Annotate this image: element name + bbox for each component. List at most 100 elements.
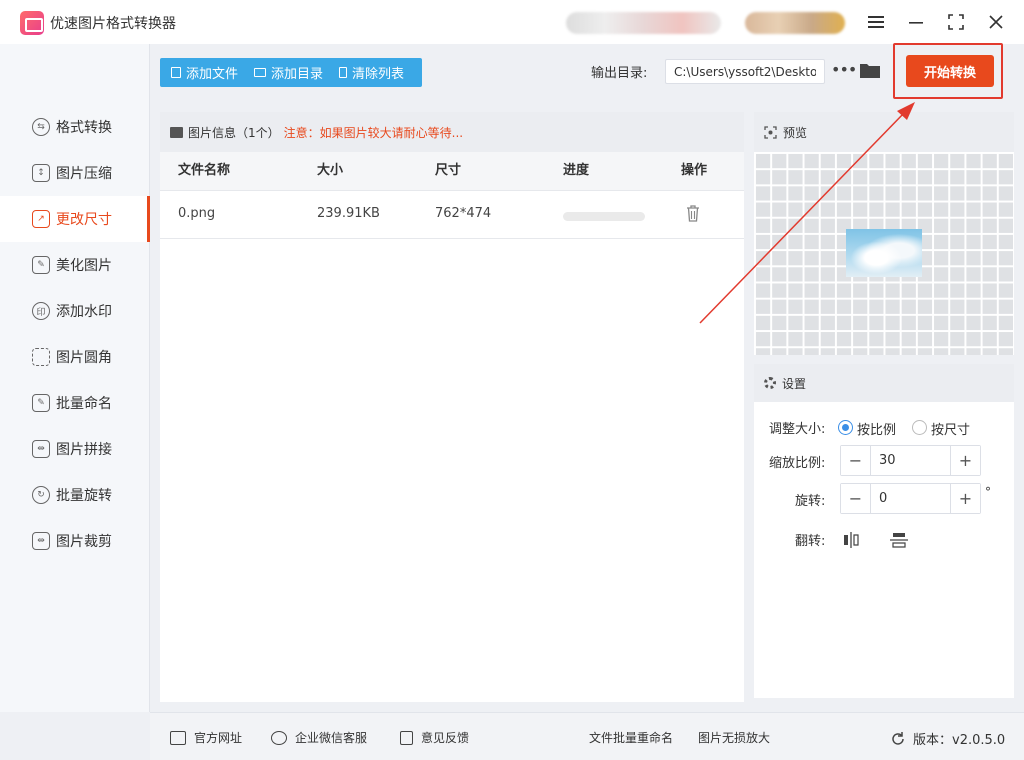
clear-list-button[interactable]: 清除列表 [331, 58, 412, 87]
sidebar-item-label: 格式转换 [56, 120, 112, 136]
delete-icon[interactable] [686, 205, 700, 222]
batch-rename-link[interactable]: 文件批量重命名 [589, 729, 673, 746]
crop-icon: ⇹ [32, 532, 50, 550]
by-size-label[interactable]: 按尺寸 [931, 419, 970, 438]
user-info-blurred [566, 12, 721, 34]
version-label: 版本：v2.0.5.0 [913, 733, 1006, 748]
rotate-stepper[interactable]: − + [840, 483, 981, 514]
trash-icon [339, 67, 348, 78]
sidebar-item-beautify[interactable]: ✎ 美化图片 [0, 242, 149, 288]
column-action: 操作 [681, 163, 708, 178]
preview-header: 预览 [754, 112, 1014, 152]
feedback-link[interactable]: 意见反馈 [400, 729, 469, 746]
open-folder-icon[interactable] [860, 62, 880, 78]
sidebar-item-label: 批量旋转 [56, 488, 112, 504]
notice-text: 注意：如果图片较大请耐心等待... [283, 125, 464, 140]
refresh-icon: ⇆ [32, 118, 50, 136]
sidebar-item-label: 添加水印 [56, 304, 112, 320]
add-file-button[interactable]: 添加文件 [160, 58, 246, 87]
sidebar: ⇆ 格式转换 ↕ 图片压缩 ↗ 更改尺寸 ✎ 美化图片 印 添加水印 图片圆角 … [0, 44, 150, 712]
radio-by-size[interactable] [912, 420, 927, 435]
add-file-label: 添加文件 [186, 67, 239, 82]
radio-by-ratio[interactable] [838, 420, 853, 435]
table-row[interactable]: 0.png 239.91KB 762*474 [160, 190, 744, 239]
progress-bar [563, 212, 645, 221]
website-label: 官方网址 [194, 731, 243, 745]
version-info[interactable]: 版本：v2.0.5.0 [890, 729, 1005, 748]
sidebar-item-label: 美化图片 [56, 258, 112, 274]
rotate-label: 旋转: [795, 494, 826, 509]
scale-minus-button[interactable]: − [841, 446, 871, 475]
settings-label: 设置 [782, 376, 807, 391]
folder-icon [254, 68, 267, 77]
column-dimension: 尺寸 [435, 163, 462, 178]
sidebar-item-label: 批量命名 [56, 396, 112, 412]
user-avatar-blurred [745, 12, 845, 34]
compress-icon: ↕ [32, 164, 50, 182]
sidebar-item-compress[interactable]: ↕ 图片压缩 [0, 150, 149, 196]
app-title: 优速图片格式转换器 [50, 16, 176, 32]
round-corner-icon [32, 348, 50, 366]
file-list-panel: 图片信息（1个） 注意：如果图片较大请耐心等待... 文件名称 大小 尺寸 进度… [160, 112, 744, 702]
add-folder-label: 添加目录 [271, 67, 324, 82]
add-folder-button[interactable]: 添加目录 [246, 58, 331, 87]
official-website-link[interactable]: 官方网址 [170, 729, 242, 746]
sidebar-item-rename[interactable]: ✎ 批量命名 [0, 380, 149, 426]
feedback-label: 意见反馈 [421, 731, 470, 745]
file-toolbar: 添加文件 添加目录 清除列表 [160, 58, 422, 87]
output-dir-input[interactable] [665, 59, 825, 84]
preview-icon [764, 125, 777, 139]
by-ratio-label[interactable]: 按比例 [857, 419, 896, 438]
rotate-minus-button[interactable]: − [841, 484, 871, 513]
sidebar-item-resize[interactable]: ↗ 更改尺寸 [0, 196, 150, 242]
column-size: 大小 [317, 163, 344, 178]
title-bar: 优速图片格式转换器 [0, 0, 1024, 44]
sidebar-item-stitch[interactable]: ⇹ 图片拼接 [0, 426, 149, 472]
footer-bar: 官方网址 企业微信客服 意见反馈 文件批量重命名 图片无损放大 版本：v2.0.… [150, 712, 1024, 760]
scale-stepper[interactable]: − + [840, 445, 981, 476]
rotate-icon: ↻ [32, 486, 50, 504]
settings-panel: 设置 调整大小: 按比例 按尺寸 缩放比例: − + 旋转: − + ° 翻转: [754, 364, 1014, 698]
sidebar-item-format-convert[interactable]: ⇆ 格式转换 [0, 104, 149, 150]
scale-plus-button[interactable]: + [950, 446, 980, 475]
minimize-icon[interactable] [904, 10, 928, 34]
flip-label: 翻转: [795, 534, 826, 549]
sidebar-item-label: 图片圆角 [56, 350, 112, 366]
close-icon[interactable] [984, 10, 1008, 34]
sidebar-item-crop[interactable]: ⇹ 图片裁剪 [0, 518, 149, 564]
adjust-size-label: 调整大小: [769, 422, 826, 437]
column-filename: 文件名称 [178, 163, 231, 178]
sidebar-item-label: 图片裁剪 [56, 534, 112, 550]
maximize-icon[interactable] [944, 10, 968, 34]
flip-vertical-icon[interactable] [889, 531, 909, 549]
wechat-label: 企业微信客服 [295, 731, 368, 745]
sidebar-item-round-corner[interactable]: 图片圆角 [0, 334, 149, 380]
gear-icon [764, 377, 776, 389]
menu-icon[interactable] [864, 10, 888, 34]
sidebar-item-rotate[interactable]: ↻ 批量旋转 [0, 472, 149, 518]
watermark-icon: 印 [32, 302, 50, 320]
sidebar-item-label: 图片拼接 [56, 442, 112, 458]
preview-image [846, 229, 922, 277]
rename-icon: ✎ [32, 394, 50, 412]
flip-horizontal-icon[interactable] [842, 531, 860, 549]
rotate-input[interactable] [871, 484, 950, 513]
rotate-plus-button[interactable]: + [950, 484, 980, 513]
settings-header: 设置 [754, 364, 1014, 402]
file-size: 239.91KB [317, 206, 380, 221]
stitch-icon: ⇹ [32, 440, 50, 458]
lossless-enlarge-link[interactable]: 图片无损放大 [698, 729, 770, 746]
scale-label: 缩放比例: [769, 456, 826, 471]
highlight-box [893, 43, 1003, 99]
more-options-icon[interactable]: ••• [831, 60, 857, 82]
column-progress: 进度 [563, 163, 590, 178]
sidebar-item-label: 更改尺寸 [56, 212, 112, 228]
output-dir-label: 输出目录: [591, 66, 648, 81]
wechat-support-link[interactable]: 企业微信客服 [271, 729, 367, 746]
file-icon [171, 67, 181, 78]
website-icon [170, 730, 186, 745]
feedback-icon [400, 730, 413, 745]
sidebar-item-watermark[interactable]: 印 添加水印 [0, 288, 149, 334]
scale-input[interactable] [871, 446, 950, 475]
chat-icon [271, 730, 287, 745]
